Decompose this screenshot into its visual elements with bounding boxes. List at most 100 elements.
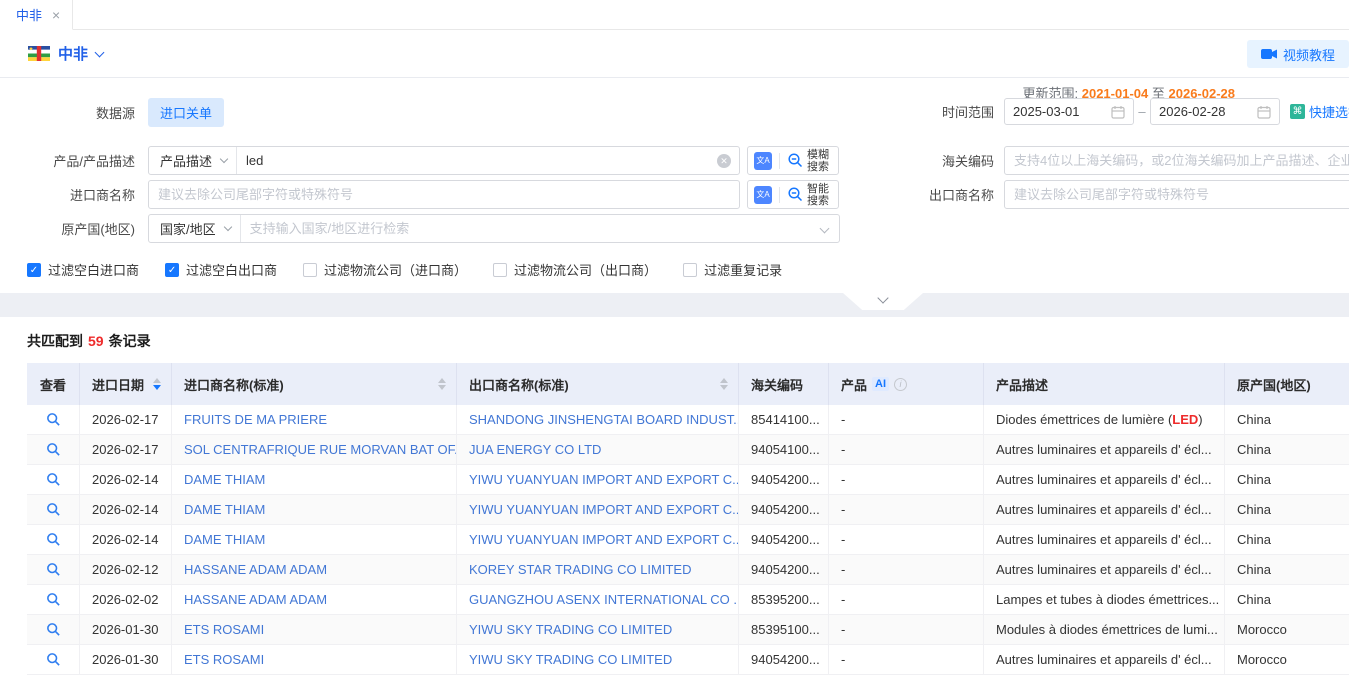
info-icon[interactable]: i (894, 378, 907, 391)
view-detail-search-icon[interactable] (46, 472, 61, 487)
cell-exporter-link[interactable]: YIWU YUANYUAN IMPORT AND EXPORT C... (457, 465, 739, 494)
sort-icon[interactable] (712, 378, 728, 390)
product-label: 产品/产品描述 (20, 151, 135, 170)
origin-country-input[interactable] (241, 221, 821, 236)
view-cell (27, 585, 80, 614)
smart-search-button[interactable]: 智能搜索 (787, 183, 832, 207)
cell-exporter-link[interactable]: YIWU YUANYUAN IMPORT AND EXPORT C... (457, 495, 739, 524)
tab-zhongfei[interactable]: 中非 × (0, 0, 73, 30)
close-icon[interactable]: × (52, 7, 60, 23)
cell-exporter-link[interactable]: KOREY STAR TRADING CO LIMITED (457, 555, 739, 584)
column-header[interactable]: 进口日期 (80, 363, 172, 405)
tab-bar: 中非 × (0, 0, 1349, 30)
central-african-republic-flag-icon (28, 46, 50, 61)
quick-select-button[interactable]: ⌘ 快捷选择 (1290, 102, 1349, 121)
table-row: 2026-02-14DAME THIAMYIWU YUANYUAN IMPORT… (27, 465, 1349, 495)
cell-importer-link[interactable]: DAME THIAM (172, 495, 457, 524)
checkbox-checked-icon[interactable]: ✓ (165, 263, 179, 277)
cell-importer-link[interactable]: DAME THIAM (172, 465, 457, 494)
view-cell (27, 465, 80, 494)
view-detail-search-icon[interactable] (46, 412, 61, 427)
exporter-name-input[interactable] (1005, 187, 1349, 202)
calendar-icon (1111, 105, 1125, 119)
cell-exporter-link[interactable]: YIWU SKY TRADING CO LIMITED (457, 645, 739, 674)
end-date-value: 2026-02-28 (1159, 104, 1226, 119)
view-detail-search-icon[interactable] (46, 532, 61, 547)
origin-type-select[interactable]: 国家/地区 (149, 215, 241, 242)
cell-importer-link[interactable]: ETS ROSAMI (172, 645, 457, 674)
cell-exporter-link[interactable]: YIWU YUANYUAN IMPORT AND EXPORT C... (457, 525, 739, 554)
table-row: 2026-01-30ETS ROSAMIYIWU SKY TRADING CO … (27, 615, 1349, 645)
import-declaration-chip[interactable]: 进口关单 (148, 98, 224, 127)
sort-icon[interactable] (430, 378, 446, 390)
checkbox-label: 过滤物流公司（进口商） (324, 260, 467, 279)
filter-checkbox-row: ✓ 过滤空白进口商 ✓过滤空白出口商 过滤物流公司（进口商） 过滤物流公司（出口商） 过滤… (27, 260, 782, 279)
checkbox-unchecked-icon[interactable] (493, 263, 507, 277)
video-tutorial-button[interactable]: 视频教程 (1247, 40, 1349, 68)
checkbox-unchecked-icon[interactable] (303, 263, 317, 277)
view-detail-search-icon[interactable] (46, 592, 61, 607)
smart-search-label: 智能搜索 (807, 183, 832, 207)
view-detail-search-icon[interactable] (46, 502, 61, 517)
translate-icon[interactable]: 文A (754, 152, 772, 170)
product-search-input[interactable] (237, 153, 717, 168)
cell-hs-code: 94054200... (739, 555, 829, 584)
time-range-row: 时间范围 2025-03-01 – 2026-02-28 ⌘ 快捷选择 (875, 98, 1349, 125)
end-date-input[interactable]: 2026-02-28 (1150, 98, 1280, 125)
sort-icon[interactable] (145, 378, 161, 390)
chevron-down-icon (220, 155, 228, 163)
country-selector[interactable]: 中非 (58, 43, 88, 64)
cell-importer-link[interactable]: ETS ROSAMI (172, 615, 457, 644)
view-detail-search-icon[interactable] (46, 622, 61, 637)
cell-product-description: Autres luminaires et appareils d' écl... (984, 465, 1225, 494)
fuzzy-search-button[interactable]: 模糊搜索 (787, 149, 832, 173)
table-row: 2026-02-17SOL CENTRAFRIQUE RUE MORVAN BA… (27, 435, 1349, 465)
column-header-label: 产品 (841, 375, 867, 394)
filter-checkbox[interactable]: 过滤物流公司（进口商） (303, 260, 467, 279)
filter-checkbox[interactable]: 过滤重复记录 (683, 260, 782, 279)
checkbox-unchecked-icon[interactable] (683, 263, 697, 277)
table-row: 2026-02-14DAME THIAMYIWU YUANYUAN IMPORT… (27, 525, 1349, 555)
cell-exporter-link[interactable]: SHANDONG JINSHENGTAI BOARD INDUST... (457, 405, 739, 434)
product-type-select[interactable]: 产品描述 (149, 147, 237, 174)
cell-product: - (829, 555, 984, 584)
chevron-down-icon[interactable] (95, 47, 105, 57)
checkbox-checked-icon[interactable]: ✓ (27, 263, 41, 277)
calendar-icon (1257, 105, 1271, 119)
cell-importer-link[interactable]: HASSANE ADAM ADAM (172, 585, 457, 614)
hs-code-input[interactable] (1005, 153, 1349, 168)
column-header[interactable]: 出口商名称(标准) (457, 363, 739, 405)
cell-importer-link[interactable]: HASSANE ADAM ADAM (172, 555, 457, 584)
table-row: 2026-02-02HASSANE ADAM ADAMGUANGZHOU ASE… (27, 585, 1349, 615)
view-cell (27, 615, 80, 644)
search-icon (787, 186, 804, 203)
filter-checkbox[interactable]: ✓ 过滤空白进口商 (27, 260, 139, 279)
view-cell (27, 645, 80, 674)
cell-importer-link[interactable]: FRUITS DE MA PRIERE (172, 405, 457, 434)
view-detail-search-icon[interactable] (46, 442, 61, 457)
column-header-label: 出口商名称(标准) (469, 375, 569, 394)
cell-exporter-link[interactable]: YIWU SKY TRADING CO LIMITED (457, 615, 739, 644)
translate-icon[interactable]: 文A (754, 186, 772, 204)
cell-exporter-link[interactable]: JUA ENERGY CO LTD (457, 435, 739, 464)
importer-name-input[interactable] (149, 187, 739, 202)
collapse-toggle[interactable] (843, 293, 923, 310)
start-date-input[interactable]: 2025-03-01 (1004, 98, 1134, 125)
column-header[interactable]: 进口商名称(标准) (172, 363, 457, 405)
cell-importer-link[interactable]: DAME THIAM (172, 525, 457, 554)
chevron-down-icon (820, 224, 830, 234)
filter-checkbox[interactable]: ✓过滤空白出口商 (165, 260, 277, 279)
cell-origin-country: China (1225, 525, 1349, 554)
cell-hs-code: 94054100... (739, 435, 829, 464)
cell-product-description: Autres luminaires et appareils d' écl... (984, 555, 1225, 584)
cell-origin-country: China (1225, 495, 1349, 524)
cell-importer-link[interactable]: SOL CENTRAFRIQUE RUE MORVAN BAT OF... (172, 435, 457, 464)
cell-hs-code: 85395100... (739, 615, 829, 644)
checkbox-label: 过滤空白进口商 (48, 260, 139, 279)
cell-exporter-link[interactable]: GUANGZHOU ASENX INTERNATIONAL CO ... (457, 585, 739, 614)
clear-input-icon[interactable]: ✕ (717, 154, 731, 168)
importer-row: 进口商名称 文A 智能搜索 (20, 180, 839, 209)
filter-checkbox[interactable]: 过滤物流公司（出口商） (493, 260, 657, 279)
view-detail-search-icon[interactable] (46, 652, 61, 667)
view-detail-search-icon[interactable] (46, 562, 61, 577)
